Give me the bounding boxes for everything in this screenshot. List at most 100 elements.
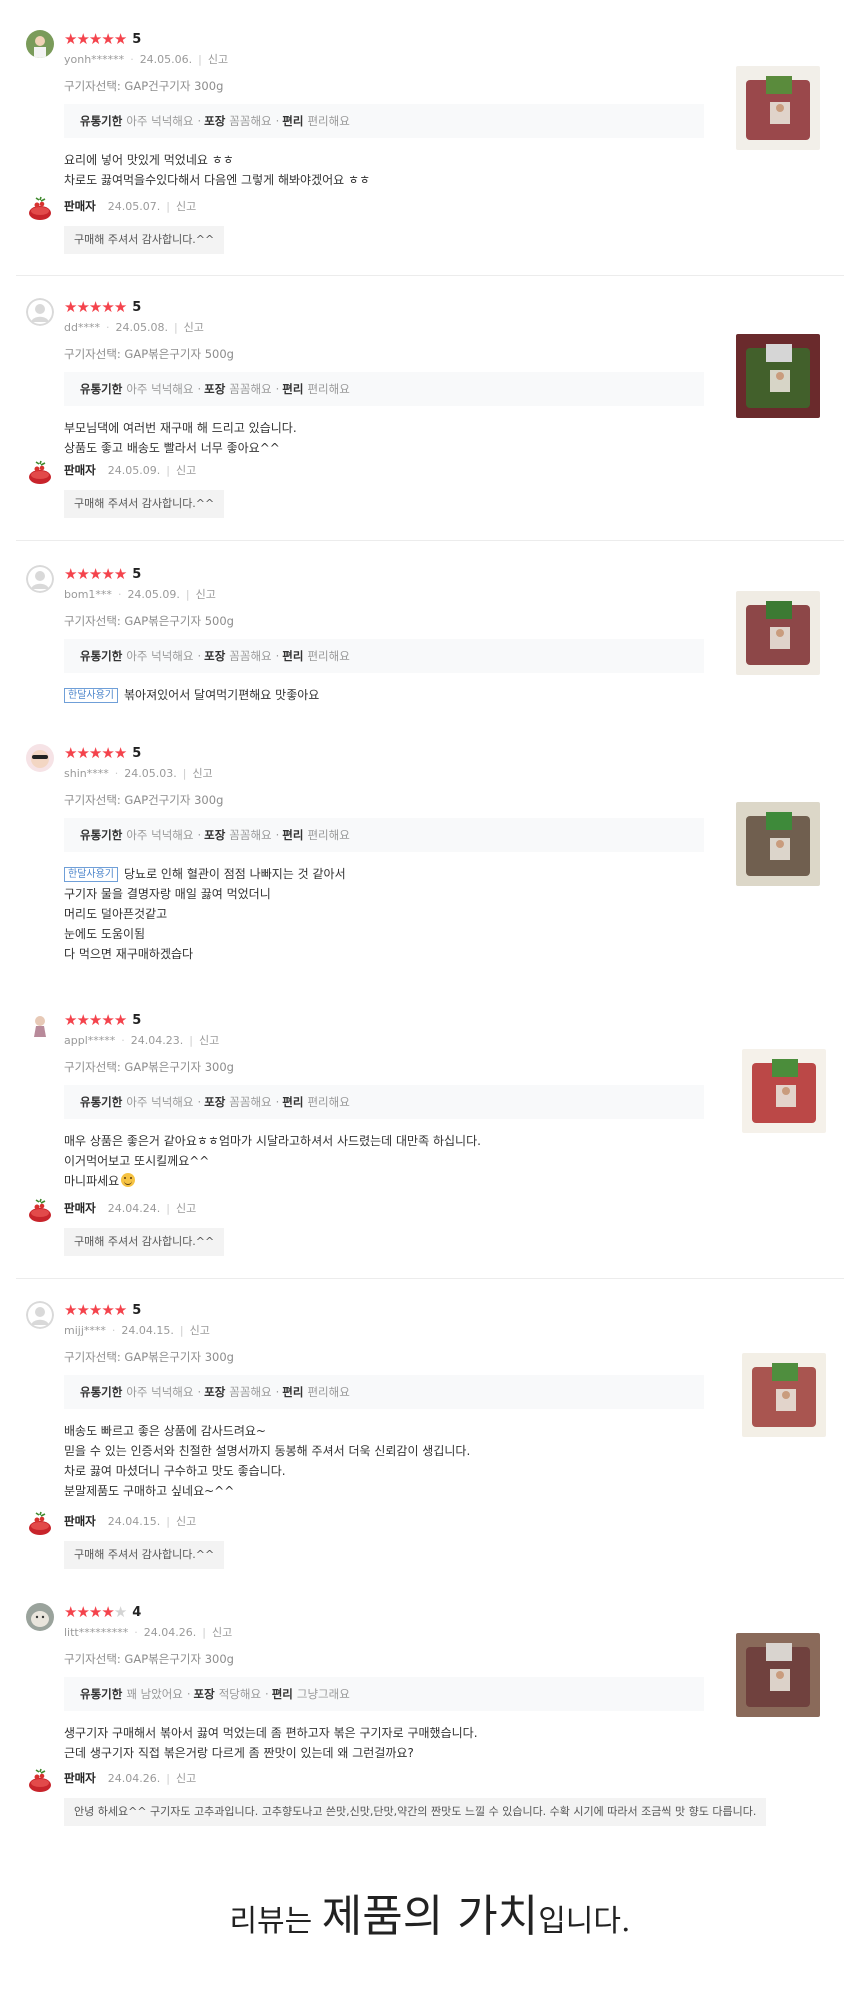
seller-reply-date: 24.05.07. (107, 199, 161, 213)
review-line-text: 차로 끓여 마셨더니 구수하고 맛도 좋습니다. (64, 1464, 286, 1478)
review-photo-thumbnail[interactable] (736, 591, 820, 675)
report-link[interactable]: 신고 (190, 1322, 210, 1338)
attr-separator: · (197, 114, 202, 128)
star-filled-icon: ★ (64, 1010, 77, 1029)
attr-key: 편리 (282, 382, 304, 396)
review-text-line: 이거먹어보고 또시킬께요^^ (64, 1151, 704, 1171)
star-filled-icon: ★ (113, 1300, 127, 1319)
star-filled-icon: ★ (113, 743, 127, 762)
review-line-text: 볶아져있어서 달여먹기편해요 맛좋아요 (124, 688, 320, 702)
seller-reply-date: 24.04.24. (107, 1201, 161, 1215)
review-text-line: 상품도 좋고 배송도 빨라서 너무 좋아요^^ (64, 438, 704, 458)
attr-key: 포장 (204, 649, 226, 663)
seller-reply-text: 구매해 주셔서 감사합니다.^^ (64, 1541, 225, 1569)
review-line-text: 매우 상품은 좋은거 같아요ㅎㅎ엄마가 시달라고하셔서 사드렸는데 대만족 하십… (64, 1134, 481, 1148)
review-text-line: 한달사용기 당뇨로 인해 혈관이 점점 나빠지는 것 같아서 (64, 864, 704, 884)
report-link[interactable]: 신고 (176, 1770, 196, 1786)
user-avatar[interactable] (26, 298, 54, 326)
attr-separator: · (275, 1095, 280, 1109)
rating-number: 5 (132, 1012, 142, 1028)
report-link[interactable]: 신고 (176, 1200, 196, 1216)
rating-number: 5 (132, 566, 142, 582)
report-link[interactable]: 신고 (199, 1032, 219, 1048)
seller-reply-text: 안녕 하세요^^ 구기자도 고추과입니다. 고추향도나고 쓴맛,신맛,단맛,약간… (64, 1798, 767, 1826)
report-link[interactable]: 신고 (176, 1513, 196, 1529)
star-rating: ★ ★ ★ ★ ★ (64, 1300, 127, 1319)
rating-number: 5 (132, 1302, 142, 1318)
review-text: 배송도 빠르고 좋은 상품에 감사드려요~ 믿을 수 있는 인증서와 친절한 설명… (64, 1421, 704, 1501)
reviewer-id: shin**** (64, 766, 109, 780)
report-link[interactable]: 신고 (192, 765, 212, 781)
report-link[interactable]: 신고 (212, 1624, 232, 1640)
attr-value: 편리해요 (307, 828, 350, 842)
review-date: 24.04.26. (143, 1625, 197, 1639)
star-filled-icon: ★ (101, 1602, 114, 1621)
report-link[interactable]: 신고 (176, 462, 196, 478)
review-text-line: 배송도 빠르고 좋은 상품에 감사드려요~ (64, 1421, 704, 1441)
report-link[interactable]: 신고 (196, 586, 216, 602)
attr-value: 아주 넉넉해요 (126, 114, 194, 128)
purchase-option: 구기자선택: GAP건구기자 300g (64, 793, 224, 807)
review-attributes: 유통기한 아주 넉넉해요 · 포장 꼼꼼해요 · 편리 편리해요 (64, 1085, 704, 1119)
review-meta: litt********* · 24.04.26. | 신고 (64, 1624, 704, 1640)
star-filled-icon: ★ (64, 564, 77, 583)
star-filled-icon: ★ (88, 1602, 102, 1621)
meta-separator: | (166, 463, 170, 477)
review-text-line: 머리도 덜아픈것같고 (64, 904, 704, 924)
review-photo-thumbnail[interactable] (736, 66, 820, 150)
review-meta: yonh****** · 24.05.06. | 신고 (64, 51, 704, 67)
user-avatar[interactable] (26, 1011, 54, 1039)
review-photo-thumbnail[interactable] (736, 334, 820, 418)
seller-name: 판매자 (64, 1201, 96, 1215)
seller-name: 판매자 (64, 199, 96, 213)
user-avatar[interactable] (26, 565, 54, 593)
user-avatar[interactable] (26, 1603, 54, 1631)
star-filled-icon: ★ (64, 1602, 77, 1621)
seller-reply-meta: 판매자 24.05.07. | 신고 (64, 198, 196, 214)
review-photo-thumbnail[interactable] (736, 802, 820, 886)
attr-key: 편리 (282, 1385, 304, 1399)
review-date: 24.05.08. (115, 320, 168, 334)
attr-key: 유통기한 (80, 1385, 123, 1399)
star-filled-icon: ★ (76, 564, 89, 583)
review-line-text: 마니파세요 (64, 1174, 120, 1188)
review-attributes: 유통기한 아주 넉넉해요 · 포장 꼼꼼해요 · 편리 편리해요 (64, 1375, 704, 1409)
star-rating: ★ ★ ★ ★ ★ (64, 1010, 127, 1029)
attr-key: 편리 (282, 1095, 304, 1109)
review-photo-thumbnail[interactable] (736, 1633, 820, 1717)
review-body: ★ ★ ★ ★ ★ 5 shin**** · 24.05.03. | 신고 구기자선택: GAP건구기… (64, 744, 704, 964)
meta-separator: | (173, 320, 178, 334)
review-line-text: 당뇨로 인해 혈관이 점점 나빠지는 것 같아서 (124, 867, 346, 881)
attr-key: 유통기한 (80, 382, 123, 396)
slogan-part-2: 제품의 가치 (321, 1891, 539, 1942)
review-slogan: 리뷰는 제품의 가치입니다. (0, 1880, 860, 1944)
star-filled-icon: ★ (76, 297, 89, 316)
review-line-text: 다 먹으면 재구매하겠습다 (64, 947, 194, 961)
user-avatar[interactable] (26, 744, 54, 772)
review-meta: bom1*** · 24.05.09. | 신고 (64, 586, 704, 602)
attr-separator: · (197, 1385, 202, 1399)
review-photo-thumbnail[interactable] (742, 1049, 826, 1133)
meta-separator: · (114, 766, 119, 780)
attr-value: 그냥그래요 (296, 1687, 350, 1701)
attr-separator: · (275, 649, 280, 663)
attr-separator: · (197, 649, 202, 663)
review-text-line: 한달사용기 볶아져있어서 달여먹기편해요 맛좋아요 (64, 685, 704, 705)
seller-reply-date: 24.05.09. (107, 463, 161, 477)
month-usage-badge: 한달사용기 (64, 867, 118, 882)
meta-separator: | (189, 1033, 193, 1047)
attr-key: 포장 (193, 1687, 215, 1701)
seller-name: 판매자 (64, 1514, 96, 1528)
report-link[interactable]: 신고 (184, 319, 204, 335)
report-link[interactable]: 신고 (208, 51, 228, 67)
seller-name: 판매자 (64, 463, 96, 477)
reviewer-id: dd**** (64, 320, 100, 334)
user-avatar[interactable] (26, 1301, 54, 1329)
attr-key: 유통기한 (80, 828, 123, 842)
user-avatar[interactable] (26, 30, 54, 58)
attr-value: 편리해요 (307, 114, 350, 128)
rating-row: ★ ★ ★ ★ ★ 5 (64, 1301, 704, 1319)
seller-reply-meta: 판매자 24.05.09. | 신고 (64, 462, 196, 478)
report-link[interactable]: 신고 (176, 198, 196, 214)
review-photo-thumbnail[interactable] (742, 1353, 826, 1437)
